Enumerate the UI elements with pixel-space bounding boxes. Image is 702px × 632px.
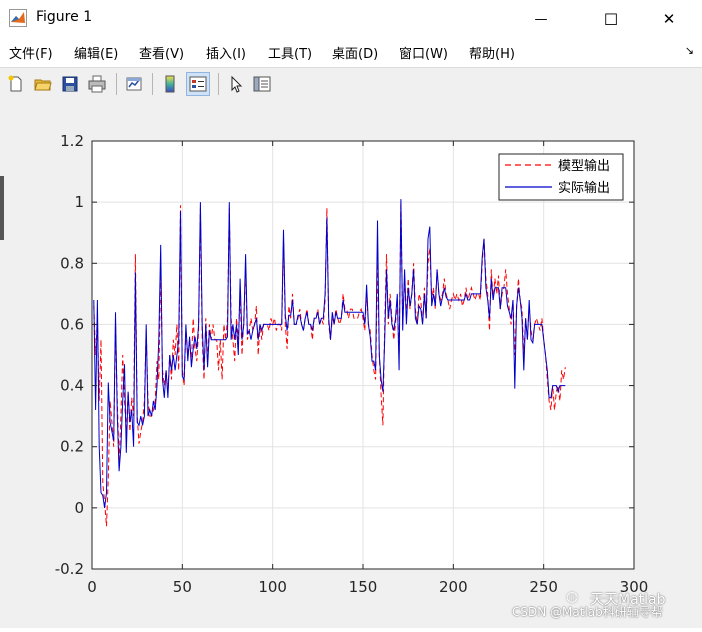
print-icon (88, 75, 106, 93)
new-figure-button[interactable] (4, 72, 28, 96)
y-tick-label: 1.2 (60, 132, 84, 150)
y-tick-label: -0.2 (55, 560, 84, 578)
menu-file[interactable]: 文件(F) (9, 43, 53, 62)
dock-arrow-icon[interactable]: ↘ (685, 44, 694, 57)
x-tick-label: 100 (258, 578, 287, 596)
menu-desktop[interactable]: 桌面(D) (332, 43, 378, 62)
window-titlebar: Figure 1 — ☐ ✕ (0, 0, 702, 38)
print-button[interactable] (85, 72, 109, 96)
x-tick-label: 150 (349, 578, 378, 596)
property-inspector-icon (253, 76, 271, 92)
insert-colorbar-button[interactable] (158, 72, 182, 96)
menu-view[interactable]: 查看(V) (139, 43, 184, 62)
x-tick-label: 50 (173, 578, 192, 596)
watermark-source: CSDN @Matlab科研辅导帮 (512, 605, 663, 619)
new-figure-icon (8, 75, 22, 92)
x-tick-label: 0 (87, 578, 97, 596)
figure-toolbar (0, 67, 702, 100)
y-tick-label: 0.6 (60, 315, 84, 333)
pointer-icon (231, 75, 243, 93)
link-plot-icon (126, 77, 142, 91)
window-title: Figure 1 (36, 9, 93, 25)
x-tick-label: 200 (439, 578, 468, 596)
maximize-icon: ☐ (603, 9, 619, 29)
property-inspector-button[interactable] (250, 72, 274, 96)
figure-canvas: 0 50 100 150 200 250 300 -0.2 0 0.2 0.4 0.6 0.8 1 1.2 … (0, 100, 702, 628)
y-tick-label: 0.4 (60, 377, 84, 395)
link-plot-button[interactable] (122, 72, 146, 96)
y-tick-label: 0.8 (60, 254, 84, 272)
legend-label-actual: 实际输出 (558, 180, 610, 196)
toolbar-separator (218, 73, 219, 95)
legend-label-model: 模型输出 (558, 158, 610, 174)
insert-colorbar-icon (165, 75, 175, 93)
toolbar-separator (152, 73, 153, 95)
insert-legend-icon (189, 76, 207, 92)
y-tick-label: 1 (74, 193, 84, 211)
close-icon: ✕ (662, 10, 676, 28)
save-button[interactable] (58, 72, 82, 96)
menu-bar: 文件(F) 编辑(E) 查看(V) 插入(I) 工具(T) 桌面(D) 窗口(W… (0, 38, 702, 66)
minimize-icon: — (534, 11, 548, 27)
minimize-button[interactable]: — (518, 0, 564, 38)
x-tick-label: 250 (529, 578, 558, 596)
menu-tools[interactable]: 工具(T) (268, 43, 312, 62)
save-icon (62, 76, 78, 92)
insert-legend-button[interactable] (186, 72, 210, 96)
pointer-button[interactable] (224, 72, 248, 96)
open-file-icon (34, 79, 52, 91)
close-button[interactable]: ✕ (646, 0, 692, 38)
legend[interactable]: 模型输出 实际输出 (498, 153, 624, 201)
matlab-app-icon (9, 9, 27, 27)
menu-window[interactable]: 窗口(W) (399, 43, 448, 62)
line-chart[interactable]: 0 50 100 150 200 250 300-0.200.20.40.60.811.2 … (0, 100, 702, 628)
menu-help[interactable]: 帮助(H) (469, 43, 515, 62)
menu-edit[interactable]: 编辑(E) (74, 43, 118, 62)
toolbar-separator (116, 73, 117, 95)
menu-insert[interactable]: 插入(I) (206, 43, 246, 62)
open-file-button[interactable] (31, 72, 55, 96)
maximize-button[interactable]: ☐ (588, 0, 634, 38)
y-tick-label: 0.2 (60, 438, 84, 456)
dock-handle (0, 176, 4, 240)
y-tick-label: 0 (74, 499, 84, 517)
